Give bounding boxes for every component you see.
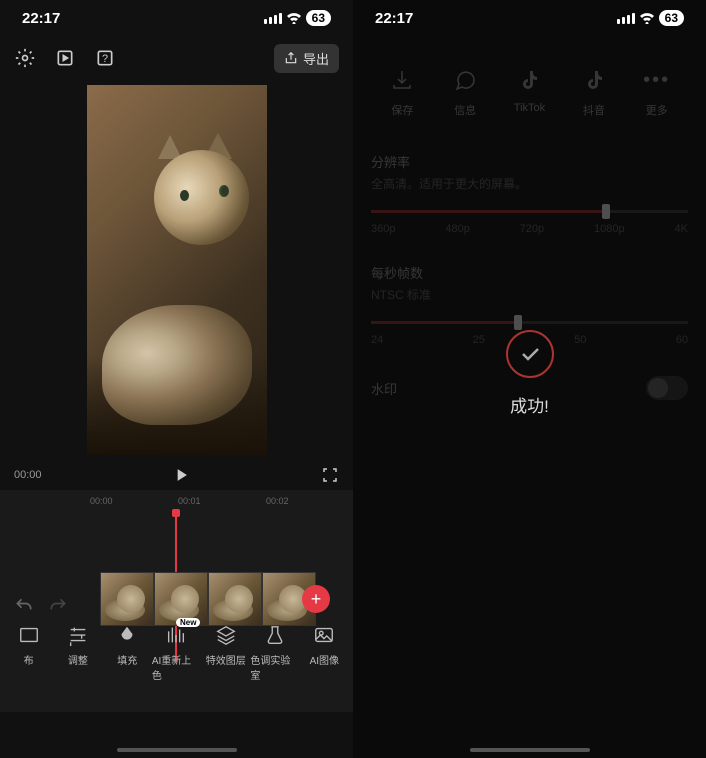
- current-time: 00:00: [14, 469, 42, 481]
- editor-screen: 22:17 63 ? 导出 00:00: [0, 0, 353, 758]
- watermark-label: 水印: [371, 379, 397, 398]
- resolution-title: 分辨率: [371, 152, 688, 171]
- svg-text:?: ?: [102, 53, 108, 65]
- status-right: 63: [617, 10, 684, 26]
- status-bar: 22:17 63: [353, 0, 706, 36]
- play-button[interactable]: [171, 465, 191, 485]
- new-badge: New: [176, 618, 200, 627]
- settings-icon[interactable]: [14, 47, 36, 69]
- status-time: 22:17: [22, 10, 60, 27]
- signal-icon: [617, 13, 635, 24]
- tool-canvas[interactable]: 布: [4, 623, 53, 682]
- tool-ai-image[interactable]: AI图像: [300, 623, 349, 682]
- media-icon[interactable]: [54, 47, 76, 69]
- export-button[interactable]: 导出: [274, 44, 339, 73]
- preview-area[interactable]: [0, 80, 353, 460]
- help-icon[interactable]: ?: [94, 47, 116, 69]
- resolution-desc: 全高清。适用于更大的屏幕。: [371, 175, 688, 192]
- export-settings-screen: 22:17 63 保存 信息 TikTok 抖音 •••更多 分辨率 全高清。适…: [353, 0, 706, 758]
- top-toolbar: ? 导出: [0, 36, 353, 80]
- resolution-slider[interactable]: [371, 210, 688, 213]
- add-clip-button[interactable]: +: [302, 585, 330, 613]
- check-icon: [518, 342, 542, 366]
- tool-ai-recolor[interactable]: NewAI重新上色: [152, 623, 201, 682]
- share-more[interactable]: •••更多: [643, 66, 671, 118]
- status-right: 63: [264, 10, 331, 26]
- tool-adjust[interactable]: 调整: [53, 623, 102, 682]
- fullscreen-icon[interactable]: [321, 466, 339, 484]
- signal-icon: [264, 13, 282, 24]
- watermark-toggle[interactable]: [646, 376, 688, 400]
- tool-fx-layer[interactable]: 特效图层: [201, 623, 250, 682]
- share-save[interactable]: 保存: [388, 66, 416, 118]
- wifi-icon: [286, 12, 302, 24]
- resolution-marks: 360p 480p 720p 1080p 4K: [371, 223, 688, 235]
- share-row: 保存 信息 TikTok 抖音 •••更多: [353, 36, 706, 138]
- fps-title: 每秒帧数: [371, 263, 688, 282]
- export-icon: [284, 51, 298, 65]
- video-preview: [87, 85, 267, 455]
- fps-slider[interactable]: [371, 321, 688, 324]
- fps-desc: NTSC 标准: [371, 286, 688, 303]
- share-douyin[interactable]: 抖音: [580, 66, 608, 118]
- clip-track[interactable]: +: [100, 572, 316, 626]
- clip-thumb[interactable]: [208, 572, 262, 626]
- wifi-icon: [639, 12, 655, 24]
- status-time: 22:17: [375, 10, 413, 27]
- export-label: 导出: [303, 49, 329, 68]
- share-tiktok[interactable]: TikTok: [514, 66, 545, 118]
- home-indicator: [117, 748, 237, 752]
- tool-color-lab[interactable]: 色调实验室: [250, 623, 299, 682]
- preview-controls: 00:00: [0, 460, 353, 490]
- success-toast: 成功!: [506, 330, 554, 417]
- home-indicator: [470, 748, 590, 752]
- clip-thumb[interactable]: [100, 572, 154, 626]
- success-circle: [506, 330, 554, 378]
- history-controls: [14, 596, 68, 616]
- share-message[interactable]: 信息: [451, 66, 479, 118]
- undo-icon[interactable]: [14, 596, 34, 616]
- timeline[interactable]: + 布 调整 填充 NewAI重新上色 特效图层 色调实验室 AI图像: [0, 512, 353, 712]
- redo-icon[interactable]: [48, 596, 68, 616]
- battery-level: 63: [306, 10, 331, 26]
- resolution-section: 分辨率 全高清。适用于更大的屏幕。 360p 480p 720p 1080p 4…: [353, 138, 706, 249]
- status-bar: 22:17 63: [0, 0, 353, 36]
- tool-fill[interactable]: 填充: [103, 623, 152, 682]
- tool-bar: 布 调整 填充 NewAI重新上色 特效图层 色调实验室 AI图像: [0, 623, 353, 682]
- battery-level: 63: [659, 10, 684, 26]
- success-text: 成功!: [510, 392, 549, 417]
